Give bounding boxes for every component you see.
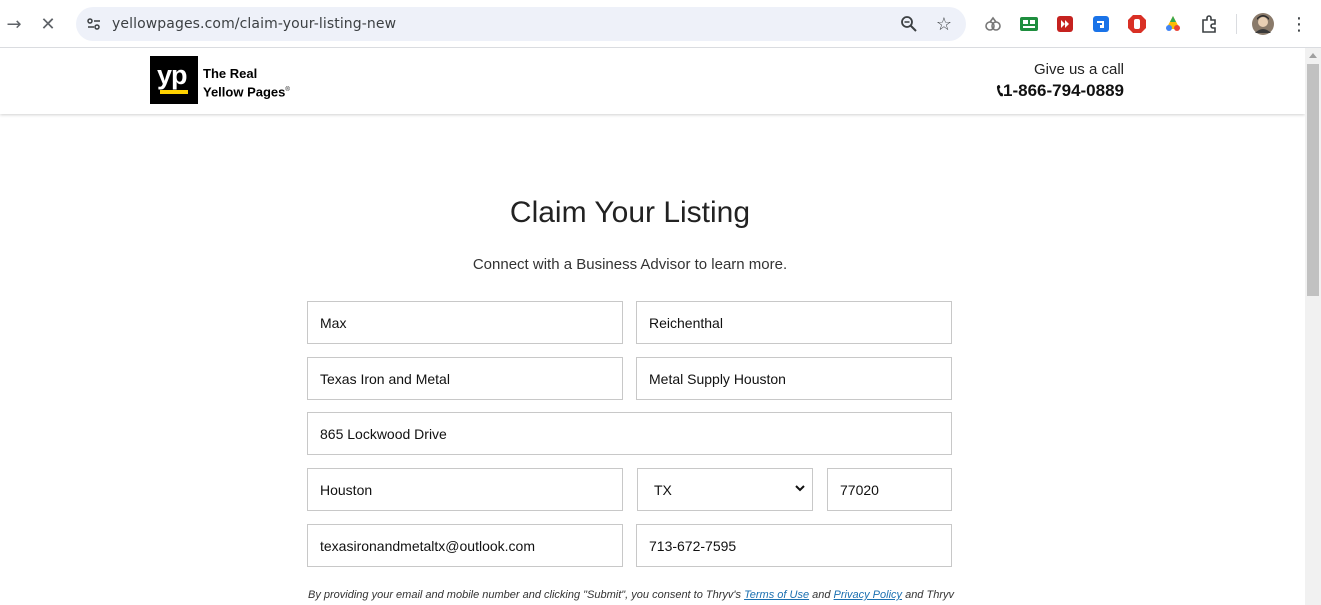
extensions-puzzle-icon[interactable] [1199,14,1219,34]
logo-registered: ® [285,87,290,93]
yp-logo[interactable]: yp [150,56,198,104]
logo-line2: Yellow Pages [203,84,286,100]
browser-toolbar: → ✕ yellowpages.com/claim-your-listing-n… [0,0,1321,48]
profile-avatar[interactable] [1252,13,1274,35]
site-settings-icon[interactable] [86,16,102,32]
privacy-policy-link[interactable]: Privacy Policy [834,589,902,601]
terms-of-use-link[interactable]: Terms of Use [744,589,809,601]
extension-red-forward-icon[interactable] [1055,14,1075,34]
logo-line1: The Real [203,66,258,81]
consent-text: By providing your email and mobile numbe… [308,587,958,603]
scroll-up-arrow-icon[interactable] [1309,52,1317,60]
stop-loading-icon[interactable]: ✕ [36,12,60,36]
header-phone-number[interactable]: 1-866-794-0889 [1003,81,1124,100]
browser-menu-icon[interactable]: ⋮ [1287,12,1311,36]
extension-link-icon[interactable] [983,14,1003,34]
consent-before: By providing your email and mobile numbe… [308,589,745,601]
zip-field[interactable]: 77020 [827,468,952,511]
zoom-icon[interactable] [900,15,918,33]
state-value: TX [654,481,672,498]
phone-field[interactable]: 713-672-7595 [636,524,952,567]
header-phone[interactable]: 📞︎1-866-794-0889 [997,81,1124,101]
first-name-field[interactable]: Max [307,301,623,344]
city-field[interactable]: Houston [307,468,623,511]
site-header: yp The Real Yellow Pages® Give us a call… [0,48,1305,114]
scroll-thumb[interactable] [1307,64,1319,296]
extension-stop-icon[interactable] [1127,14,1147,34]
address-field[interactable]: 865 Lockwood Drive [307,412,952,455]
business-name-field[interactable]: Texas Iron and Metal [307,357,623,400]
logo-text[interactable]: The Real Yellow Pages® [203,66,290,100]
bookmark-star-icon[interactable]: ☆ [936,14,952,35]
last-name-field[interactable]: Reichenthal [636,301,952,344]
page-subtitle: Connect with a Business Advisor to learn… [472,256,788,273]
logo-mark: yp [157,60,187,90]
chevron-down-icon [795,485,805,492]
address-bar[interactable]: yellowpages.com/claim-your-listing-new ☆ [76,7,966,41]
toolbar-divider [1236,14,1237,34]
consent-and: and [809,589,834,601]
consent-after: and Thryv [902,589,954,601]
page-scrollbar[interactable] [1305,48,1321,605]
email-field[interactable]: texasironandmetaltx@outlook.com [307,524,623,567]
page-title: Claim Your Listing [509,196,751,229]
url-text[interactable]: yellowpages.com/claim-your-listing-new [112,16,396,32]
extension-blue-icon[interactable] [1091,14,1111,34]
forward-icon[interactable]: → [2,12,26,36]
page: yp The Real Yellow Pages® Give us a call… [0,48,1305,605]
extension-green-icon[interactable] [1019,14,1039,34]
extension-color-icon[interactable] [1163,14,1183,34]
logo-yellow-bar [160,90,188,94]
call-label: Give us a call [1033,61,1124,78]
state-select[interactable]: TX [637,468,813,511]
business-category-field[interactable]: Metal Supply Houston [636,357,952,400]
